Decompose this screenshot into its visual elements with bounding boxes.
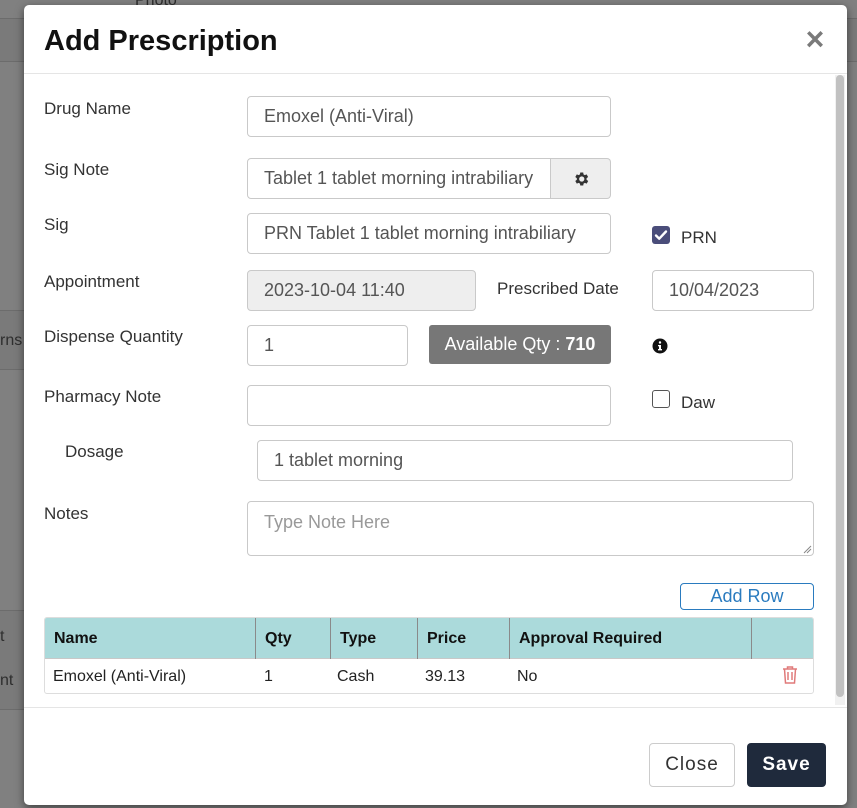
trash-icon[interactable]: [782, 665, 798, 684]
sig-input[interactable]: PRN Tablet 1 tablet morning intrabiliary: [247, 213, 611, 254]
prn-checkbox[interactable]: [652, 226, 670, 244]
textarea-resize-handle[interactable]: [802, 544, 812, 554]
scrollbar-thumb[interactable]: [836, 75, 844, 697]
available-qty-label: Available Qty :: [444, 334, 561, 354]
daw-checkbox[interactable]: [652, 390, 670, 408]
add-prescription-modal: Add Prescription × Drug Name Emoxel (Ant…: [24, 5, 847, 805]
modal-header: Add Prescription ×: [24, 5, 847, 74]
table-header-row: Name Qty Type Price Approval Required: [45, 618, 813, 659]
info-icon[interactable]: [652, 338, 668, 354]
notes-label: Notes: [44, 504, 89, 523]
cell-type: Cash: [337, 667, 375, 685]
available-qty-value: 710: [565, 334, 596, 354]
cell-price: 39.13: [425, 667, 466, 685]
add-row-button[interactable]: Add Row: [680, 583, 814, 610]
prescribed-date-label: Prescribed Date: [497, 279, 619, 298]
daw-label: Daw: [681, 393, 716, 412]
background-row1-label: t: [0, 628, 5, 645]
dispense-quantity-label: Dispense Quantity: [44, 327, 183, 346]
notes-textarea[interactable]: Type Note Here: [247, 501, 814, 556]
pharmacy-note-label: Pharmacy Note: [44, 387, 162, 406]
column-header-type: Type: [331, 618, 418, 659]
cell-approval-required: No: [517, 667, 538, 685]
close-icon[interactable]: ×: [802, 23, 828, 55]
appointment-label: Appointment: [44, 272, 140, 291]
gear-icon: [572, 170, 590, 188]
column-header-actions: [752, 618, 813, 659]
prescription-table: Name Qty Type Price Approval Required Em…: [44, 617, 814, 694]
column-header-name: Name: [45, 618, 256, 659]
available-qty-badge: Available Qty :710: [429, 325, 611, 364]
modal-title: Add Prescription: [44, 25, 278, 57]
column-header-approval-required: Approval Required: [510, 618, 752, 659]
dispense-quantity-input[interactable]: 1: [247, 325, 408, 366]
pharmacy-note-input[interactable]: [247, 385, 611, 426]
column-header-qty: Qty: [256, 618, 331, 659]
sig-note-input[interactable]: Tablet 1 tablet morning intrabiliary: [247, 158, 551, 199]
drug-name-label: Drug Name: [44, 99, 131, 118]
sig-note-settings-button[interactable]: [551, 158, 611, 199]
cell-name: Emoxel (Anti-Viral): [53, 667, 187, 685]
modal-body: Drug Name Emoxel (Anti-Viral) Sig Note T…: [24, 75, 847, 707]
cell-qty: 1: [264, 667, 273, 685]
prescribed-date-input[interactable]: 10/04/2023: [652, 270, 814, 311]
modal-scrollbar[interactable]: [835, 75, 845, 705]
drug-name-input[interactable]: Emoxel (Anti-Viral): [247, 96, 611, 137]
save-button[interactable]: Save: [747, 743, 826, 787]
modal-footer: Close Save: [24, 707, 847, 805]
sig-label: Sig: [44, 215, 69, 234]
prn-label: PRN: [681, 228, 717, 247]
close-button[interactable]: Close: [649, 743, 735, 787]
background-row2-label: nt: [0, 672, 14, 689]
column-header-price: Price: [418, 618, 510, 659]
dosage-label: Dosage: [65, 442, 124, 461]
sig-note-label: Sig Note: [44, 160, 110, 179]
dosage-input[interactable]: 1 tablet morning: [257, 440, 793, 481]
appointment-input: 2023-10-04 11:40: [247, 270, 476, 311]
background-tab-label: rns: [0, 332, 23, 349]
